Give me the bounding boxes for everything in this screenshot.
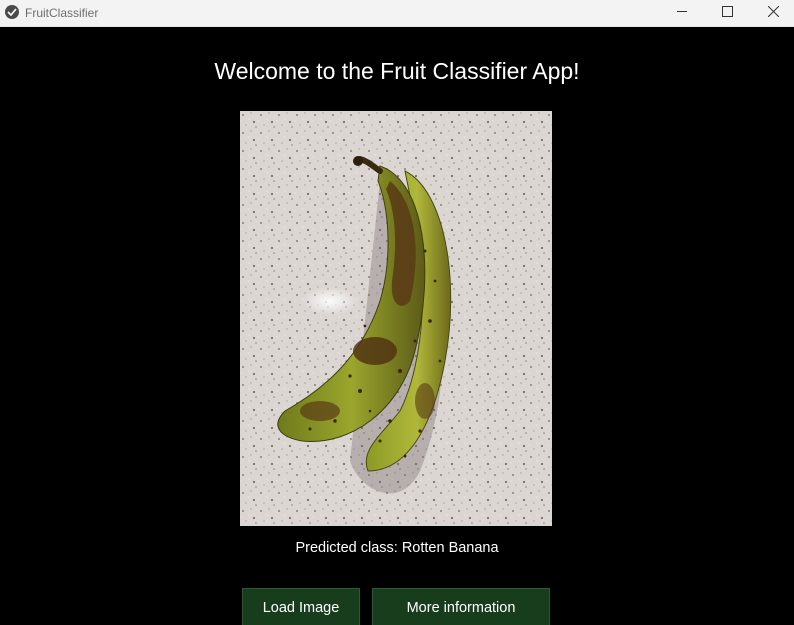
maximize-icon: [721, 4, 733, 22]
title-bar[interactable]: FruitClassifier: [0, 0, 794, 27]
window-title: FruitClassifier: [25, 6, 99, 20]
more-information-button[interactable]: More information: [372, 588, 550, 625]
fruit-image: [240, 111, 552, 526]
maximize-button[interactable]: [704, 0, 750, 26]
close-icon: [767, 4, 779, 22]
close-button[interactable]: [750, 0, 794, 26]
welcome-heading: Welcome to the Fruit Classifier App!: [214, 58, 580, 84]
prediction-text: Predicted class: Rotten Banana: [295, 540, 499, 556]
minimize-button[interactable]: [659, 0, 705, 26]
app-logo-icon: [5, 5, 19, 19]
app-window: FruitClassifier Welcome to the Fruit Cla…: [0, 0, 794, 625]
minimize-icon: [676, 4, 688, 22]
load-image-button[interactable]: Load Image: [242, 588, 360, 625]
